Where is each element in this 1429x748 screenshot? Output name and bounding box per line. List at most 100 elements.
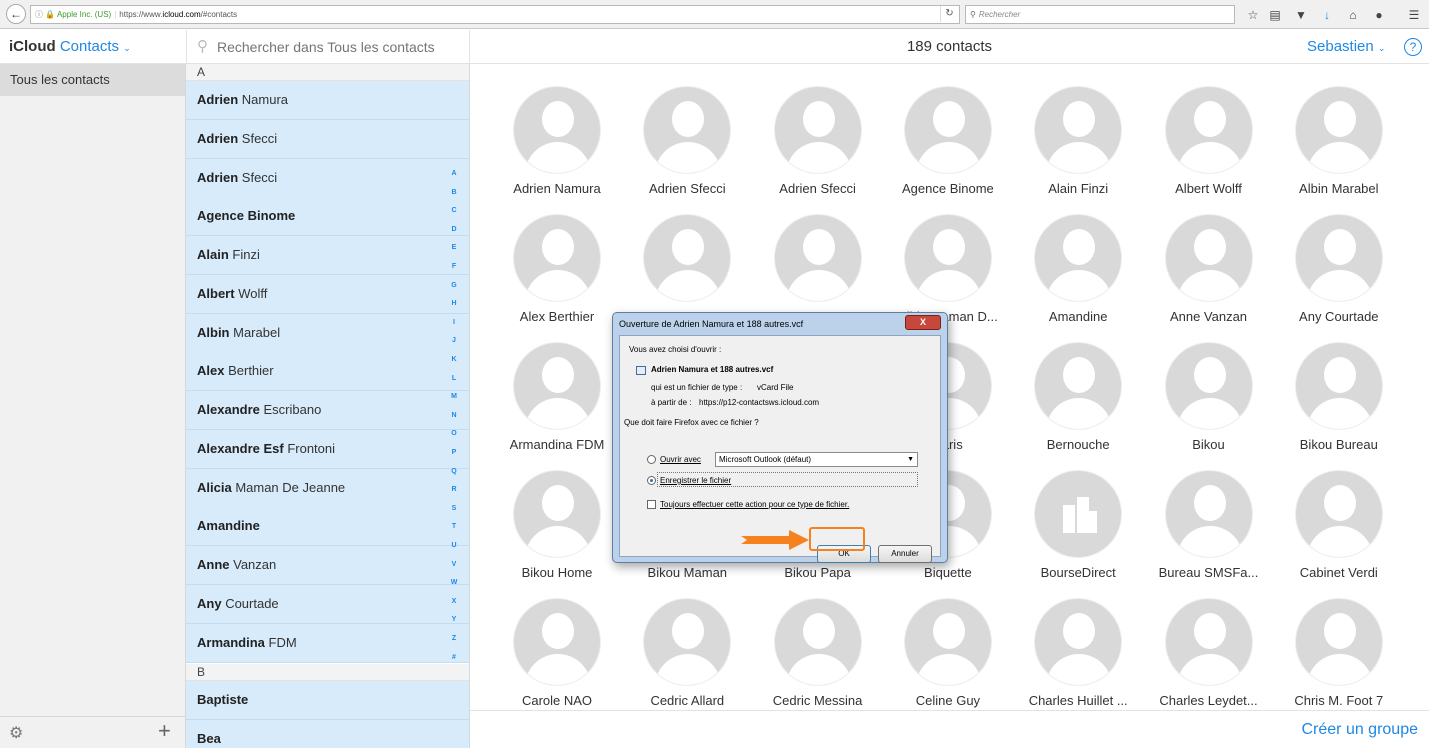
contact-card[interactable]: Any Courtade [1274, 193, 1404, 324]
close-icon[interactable]: X [905, 315, 941, 330]
help-icon[interactable]: ? [1404, 38, 1422, 56]
list-item[interactable]: Anne Vanzan [186, 546, 469, 585]
contact-card[interactable]: Anne Vanzan [1144, 193, 1274, 324]
contact-card[interactable]: Alex Berthier [492, 193, 622, 324]
contact-card[interactable]: Charles Huillet ... [1013, 577, 1143, 708]
alphabet-index-letter[interactable]: L [448, 375, 460, 382]
contact-card[interactable]: Charles Leydet... [1144, 577, 1274, 708]
alphabet-index-letter[interactable]: I [448, 319, 460, 326]
open-with-label[interactable]: Ouvrir avec [660, 455, 701, 464]
list-item[interactable]: Alexandre Escribano [186, 391, 469, 430]
alphabet-index-letter[interactable]: E [448, 244, 460, 251]
add-group-button[interactable]: + [158, 718, 171, 744]
alphabet-index-letter[interactable]: S [448, 505, 460, 512]
list-item[interactable]: Albin Marabel [186, 313, 469, 353]
alphabet-index-letter[interactable]: B [448, 189, 460, 196]
cancel-button[interactable]: Annuler [878, 545, 932, 563]
contact-card[interactable]: Albert Wolff [1144, 65, 1274, 196]
alphabet-index-letter[interactable]: G [448, 282, 460, 289]
reload-icon[interactable]: ↻ [940, 6, 958, 22]
alphabet-index-letter[interactable]: Y [448, 616, 460, 623]
application-select[interactable]: Microsoft Outlook (défaut) ▼ [715, 452, 918, 467]
list-item[interactable]: Adrien Namura [186, 81, 469, 120]
group-all-contacts[interactable]: Tous les contacts [0, 64, 185, 96]
alphabet-index-letter[interactable]: W [448, 579, 460, 586]
contact-card[interactable] [622, 193, 752, 313]
list-item[interactable]: Alain Finzi [186, 236, 469, 275]
gear-icon[interactable]: ⚙ [9, 723, 23, 743]
contact-card[interactable]: Albin Maman D... [883, 193, 1013, 324]
contact-card[interactable]: Bikou [1144, 321, 1274, 452]
back-arrow-icon[interactable]: ← [6, 4, 26, 24]
radio-save-file[interactable] [647, 476, 656, 485]
alphabet-index-letter[interactable]: F [448, 263, 460, 270]
list-item[interactable]: Albert Wolff [186, 274, 469, 314]
contact-card[interactable]: BourseDirect [1013, 449, 1143, 580]
alphabet-index-letter[interactable]: P [448, 449, 460, 456]
list-item[interactable]: Alicia Maman De Jeanne [186, 468, 469, 508]
contact-card[interactable]: Chris M. Foot 7 [1274, 577, 1404, 708]
contact-card[interactable]: Cedric Allard [622, 577, 752, 708]
alphabet-index-letter[interactable]: X [448, 598, 460, 605]
download-icon[interactable]: ↓ [1318, 6, 1336, 24]
alphabet-index-letter[interactable]: U [448, 542, 460, 549]
list-item[interactable]: Alexandre Esf Frontoni [186, 429, 469, 469]
url-bar[interactable]: ⓘ 🔒 Apple Inc. (US) | https://www.icloud.com… [30, 5, 960, 24]
contact-card[interactable]: Celine Guy [883, 577, 1013, 708]
contact-card[interactable] [753, 193, 883, 313]
alphabet-index-letter[interactable]: T [448, 523, 460, 530]
pocket-icon[interactable]: ▼ [1292, 6, 1310, 24]
alphabet-index-letter[interactable]: N [448, 412, 460, 419]
bookmark-star-icon[interactable]: ☆ [1244, 6, 1262, 24]
alphabet-index-letter[interactable]: J [448, 337, 460, 344]
contact-card[interactable]: Cedric Messina [753, 577, 883, 708]
menu-icon[interactable]: ☰ [1405, 6, 1423, 24]
browser-search-field[interactable]: ⚲ Rechercher [965, 5, 1235, 24]
contact-card[interactable]: Bureau SMSFa... [1144, 449, 1274, 580]
list-item[interactable]: Adrien Sfecci [186, 119, 469, 159]
contact-card[interactable]: Bernouche [1013, 321, 1143, 452]
save-file-label[interactable]: Enregistrer le fichier [660, 476, 731, 485]
alphabet-index-letter[interactable]: Q [448, 468, 460, 475]
contact-card[interactable]: Amandine [1013, 193, 1143, 324]
alphabet-index-letter[interactable]: Z [448, 635, 460, 642]
list-item[interactable]: Armandina FDM [186, 623, 469, 663]
contact-card[interactable]: Bikou Home [492, 449, 622, 580]
alphabet-index-letter[interactable]: H [448, 300, 460, 307]
list-item[interactable]: Bea [186, 719, 469, 748]
contact-card[interactable]: Adrien Sfecci [622, 65, 752, 196]
alphabet-index-letter[interactable]: C [448, 207, 460, 214]
radio-open-with[interactable] [647, 455, 656, 464]
contact-card[interactable]: Bikou Bureau [1274, 321, 1404, 452]
contact-card[interactable]: Armandina FDM [492, 321, 622, 452]
alphabet-index-letter[interactable]: K [448, 356, 460, 363]
alphabet-index-letter[interactable]: O [448, 430, 460, 437]
contact-card[interactable]: Agence Binome [883, 65, 1013, 196]
contact-card[interactable]: Adrien Namura [492, 65, 622, 196]
always-label[interactable]: Toujours effectuer cette action pour ce … [660, 500, 849, 509]
list-item[interactable]: Agence Binome [186, 197, 469, 237]
list-item[interactable]: Adrien Sfecci [186, 158, 469, 198]
search-input[interactable] [195, 36, 463, 58]
alphabet-index-letter[interactable]: V [448, 561, 460, 568]
contact-card[interactable]: Albin Marabel [1274, 65, 1404, 196]
list-item[interactable]: Alex Berthier [186, 352, 469, 392]
alphabet-index-letter[interactable]: R [448, 486, 460, 493]
home-icon[interactable]: ⌂ [1344, 6, 1362, 24]
always-checkbox[interactable] [647, 500, 656, 509]
contact-card[interactable]: Cabinet Verdi [1274, 449, 1404, 580]
user-menu[interactable]: Sebastien ⌄ [1307, 38, 1385, 55]
contact-card[interactable]: Carole NAO [492, 577, 622, 708]
reading-list-icon[interactable]: ▤ [1266, 6, 1284, 24]
alphabet-index-letter[interactable]: D [448, 226, 460, 233]
create-group-link[interactable]: Créer un groupe [1301, 721, 1418, 739]
list-item[interactable]: Baptiste [186, 681, 469, 720]
list-item[interactable]: Any Courtade [186, 584, 469, 624]
alphabet-index-letter[interactable]: M [448, 393, 460, 400]
alphabet-index-letter[interactable]: A [448, 170, 460, 177]
list-item[interactable]: Amandine [186, 507, 469, 547]
contact-card[interactable]: Adrien Sfecci [753, 65, 883, 196]
chat-icon[interactable]: ● [1370, 6, 1388, 24]
contact-card[interactable]: Alain Finzi [1013, 65, 1143, 196]
alphabet-index-letter[interactable]: # [448, 654, 460, 661]
